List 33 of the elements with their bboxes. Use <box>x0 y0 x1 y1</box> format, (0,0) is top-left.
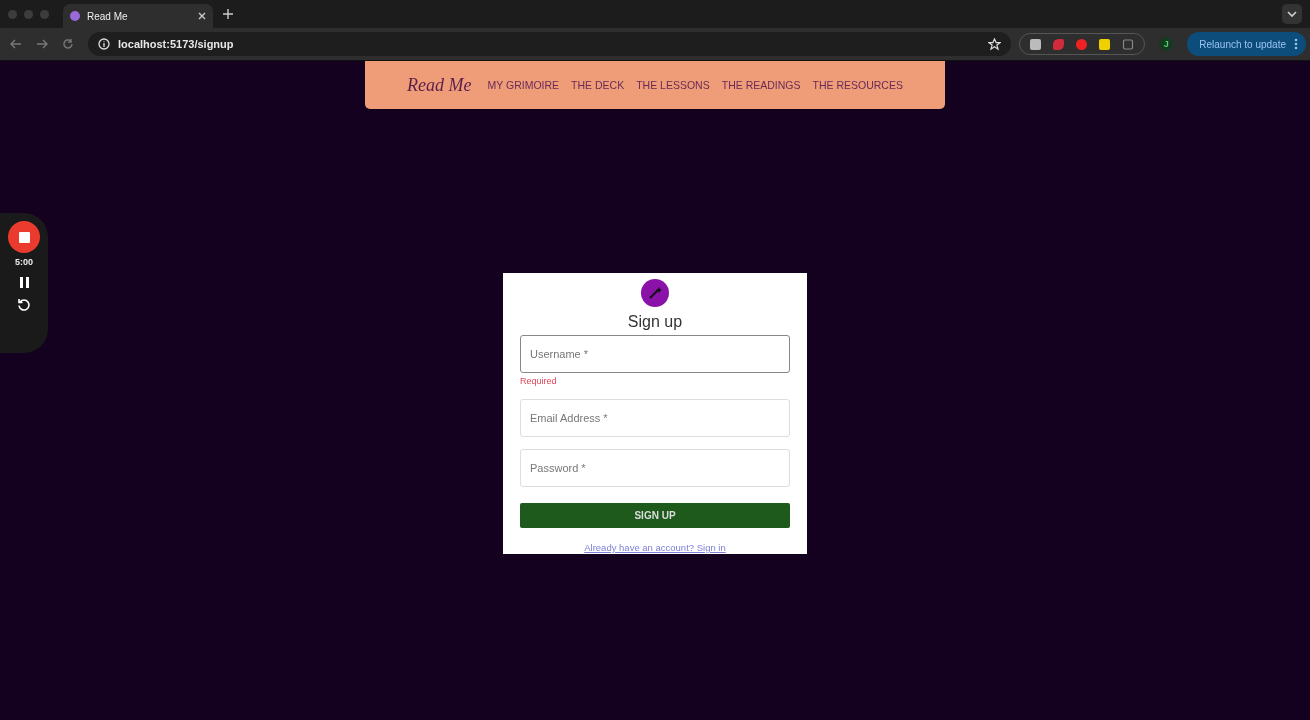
pause-icon[interactable] <box>19 277 29 288</box>
nav-link[interactable]: THE READINGS <box>721 79 801 91</box>
new-tab-icon[interactable] <box>223 9 233 19</box>
timer-text: 5:00 <box>15 257 33 267</box>
signup-button[interactable]: SIGN UP <box>520 503 790 528</box>
reload-icon[interactable] <box>62 38 74 50</box>
nav-link[interactable]: THE DECK <box>571 79 625 91</box>
extension-icon[interactable] <box>1030 38 1042 50</box>
nav-link[interactable]: MY GRIMOIRE <box>487 79 560 91</box>
puzzle-icon[interactable] <box>1122 38 1135 50</box>
extension-icon[interactable] <box>1099 38 1111 50</box>
restart-icon[interactable] <box>17 298 31 312</box>
browser-tab[interactable]: Read Me <box>63 4 213 28</box>
relaunch-button[interactable]: Relaunch to update <box>1187 32 1306 56</box>
more-icon[interactable] <box>1294 38 1298 50</box>
wand-icon <box>641 279 669 307</box>
brand-logo[interactable]: Read Me <box>407 74 472 96</box>
forward-arrow-icon[interactable] <box>36 38 48 50</box>
stop-button[interactable] <box>8 221 40 253</box>
nav-link[interactable]: THE RESOURCES <box>812 79 903 91</box>
signin-link[interactable]: Already have an account? Sign in <box>584 542 726 553</box>
close-icon[interactable] <box>198 12 206 20</box>
error-text: Required <box>520 376 558 386</box>
input-field[interactable]: Username * <box>520 335 790 373</box>
back-arrow-icon[interactable] <box>10 38 22 50</box>
profile-avatar[interactable]: J <box>1159 37 1174 51</box>
form-title: Sign up <box>627 313 683 331</box>
info-icon <box>98 38 110 50</box>
chevron-down-icon[interactable] <box>1282 4 1302 24</box>
nav-link[interactable]: THE LESSONS <box>636 79 710 91</box>
crystal-ball-icon <box>70 11 80 21</box>
star-icon[interactable] <box>988 37 1002 51</box>
address-bar[interactable]: localhost:5173/signup <box>88 32 1012 56</box>
